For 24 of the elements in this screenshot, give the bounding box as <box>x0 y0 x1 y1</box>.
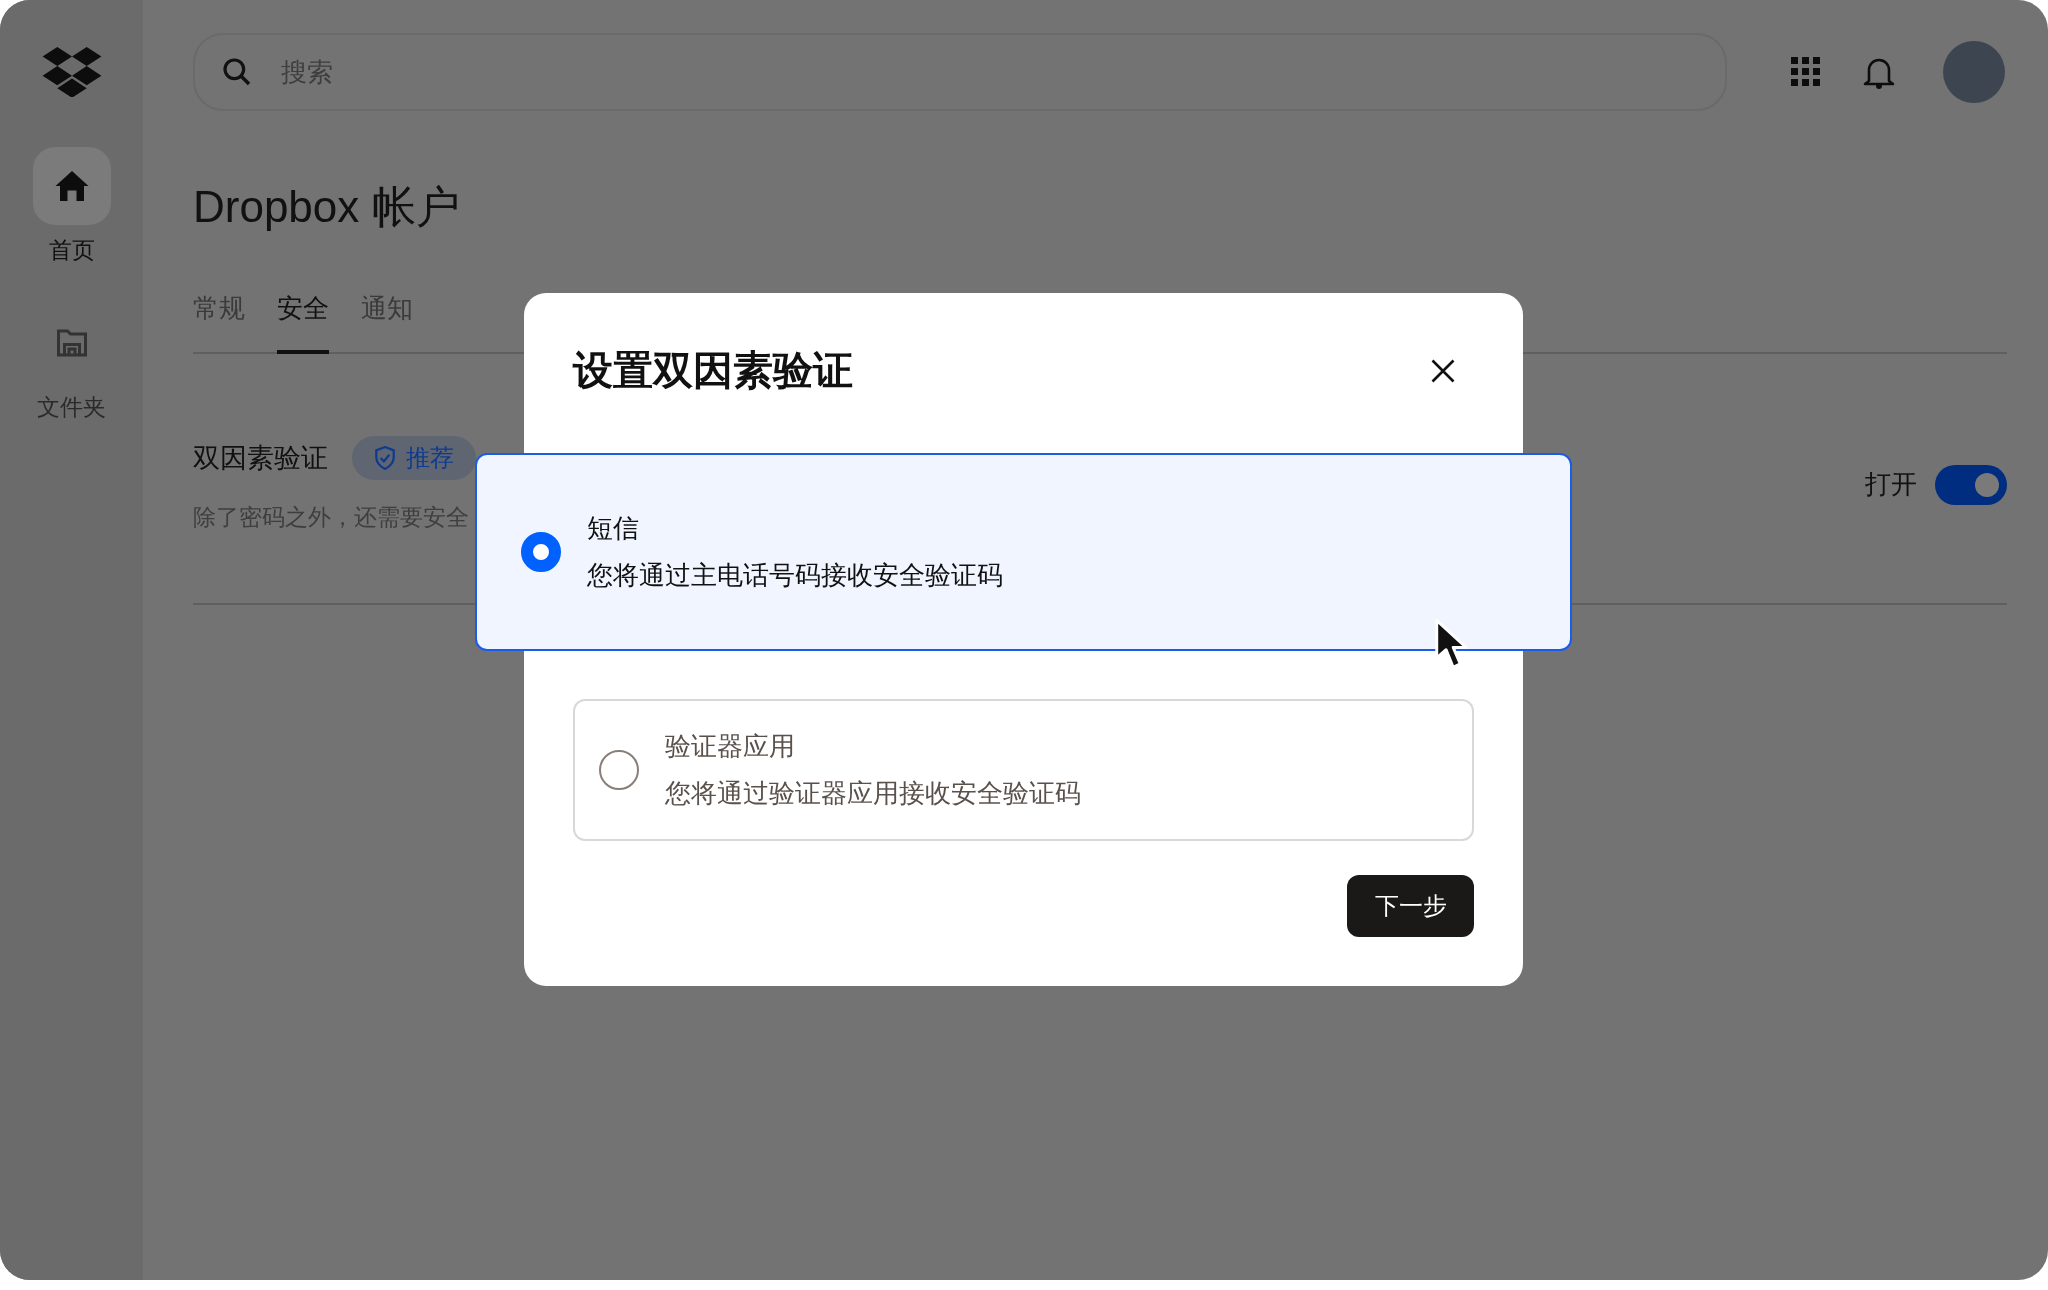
dialog-title: 设置双因素验证 <box>573 346 853 395</box>
option-card[interactable]: 验证器应用 您将通过验证器应用接收安全验证码 <box>573 699 1474 841</box>
sidebar-label: 首页 <box>48 236 95 265</box>
setting-title: 双因素验证 <box>193 441 328 475</box>
app-grid-icon[interactable] <box>1791 57 1821 87</box>
option-description: 您将通过验证器应用接收安全验证码 <box>665 777 1081 810</box>
shield-check-icon <box>374 446 396 470</box>
option-title: 短信 <box>587 512 640 545</box>
toggle-switch[interactable] <box>1935 464 2007 505</box>
next-button[interactable]: 下一步 <box>1347 875 1474 937</box>
search-icon <box>221 56 253 88</box>
page-title: Dropbox 帐户 <box>193 181 461 233</box>
tab[interactable]: 安全 <box>277 291 329 354</box>
badge-label: 推荐 <box>406 443 454 474</box>
sidebar-label: 文件夹 <box>37 393 106 422</box>
sidebar-button[interactable] <box>32 147 111 225</box>
open-box-logo-icon[interactable] <box>41 47 102 97</box>
option-card[interactable]: 短信 您将通过主电话号码接收安全验证码 <box>475 453 1572 651</box>
radio-button[interactable] <box>521 532 561 572</box>
toggle-label: 打开 <box>1865 468 1917 501</box>
radio-button[interactable] <box>599 750 639 790</box>
option-description: 您将通过主电话号码接收安全验证码 <box>587 559 1003 592</box>
option-title: 验证器应用 <box>665 730 796 763</box>
home-icon <box>53 168 90 204</box>
